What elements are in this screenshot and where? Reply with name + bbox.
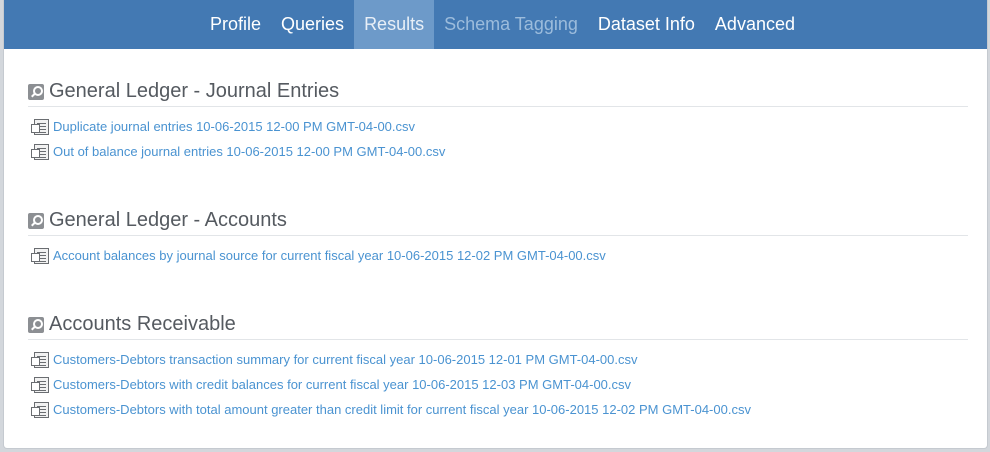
tab-dataset-info[interactable]: Dataset Info: [588, 0, 705, 49]
tab-results[interactable]: Results: [354, 0, 435, 49]
csv-file-icon: [31, 247, 49, 264]
section-journal-entries: General Ledger - Journal Entries Duplica…: [28, 77, 968, 164]
result-file-link[interactable]: Customers-Debtors with total amount grea…: [53, 402, 751, 417]
file-list: Account balances by journal source for c…: [28, 243, 968, 268]
search-results-icon: [28, 83, 44, 100]
search-results-icon: [28, 212, 44, 229]
csv-file-icon: [31, 351, 49, 368]
section-accounts-receivable: Accounts Receivable Customers-Debtors tr…: [28, 310, 968, 422]
list-item: Customers-Debtors with total amount grea…: [28, 397, 968, 422]
list-item: Out of balance journal entries 10-06-201…: [28, 139, 968, 164]
result-file-link[interactable]: Duplicate journal entries 10-06-2015 12-…: [53, 119, 415, 134]
list-item: Customers-Debtors with credit balances f…: [28, 372, 968, 397]
tab-profile[interactable]: Profile: [200, 0, 271, 49]
list-item: Customers-Debtors transaction summary fo…: [28, 347, 968, 372]
result-file-link[interactable]: Account balances by journal source for c…: [53, 248, 606, 263]
section-title: Accounts Receivable: [49, 313, 236, 335]
csv-file-icon: [31, 376, 49, 393]
result-file-link[interactable]: Customers-Debtors transaction summary fo…: [53, 352, 638, 367]
file-list: Customers-Debtors transaction summary fo…: [28, 347, 968, 422]
section-header: General Ledger - Accounts: [28, 206, 968, 236]
tab-schema-tagging: Schema Tagging: [444, 14, 578, 34]
section-accounts: General Ledger - Accounts Account balanc…: [28, 206, 968, 268]
result-file-link[interactable]: Out of balance journal entries 10-06-201…: [53, 144, 445, 159]
file-list: Duplicate journal entries 10-06-2015 12-…: [28, 114, 968, 164]
tab-advanced[interactable]: Advanced: [705, 0, 805, 49]
search-results-icon: [28, 316, 44, 333]
list-item: Duplicate journal entries 10-06-2015 12-…: [28, 114, 968, 139]
csv-file-icon: [31, 401, 49, 418]
list-item: Account balances by journal source for c…: [28, 243, 968, 268]
main-panel: Profile Queries Results Schema Tagging D…: [3, 0, 988, 449]
top-navbar: Profile Queries Results Schema Tagging D…: [4, 0, 987, 49]
csv-file-icon: [31, 118, 49, 135]
section-title: General Ledger - Journal Entries: [49, 80, 340, 102]
csv-file-icon: [31, 143, 49, 160]
tab-queries[interactable]: Queries: [271, 0, 354, 49]
section-header: General Ledger - Journal Entries: [28, 77, 968, 107]
section-header: Accounts Receivable: [28, 310, 968, 340]
result-file-link[interactable]: Customers-Debtors with credit balances f…: [53, 377, 631, 392]
section-title: General Ledger - Accounts: [49, 209, 287, 231]
